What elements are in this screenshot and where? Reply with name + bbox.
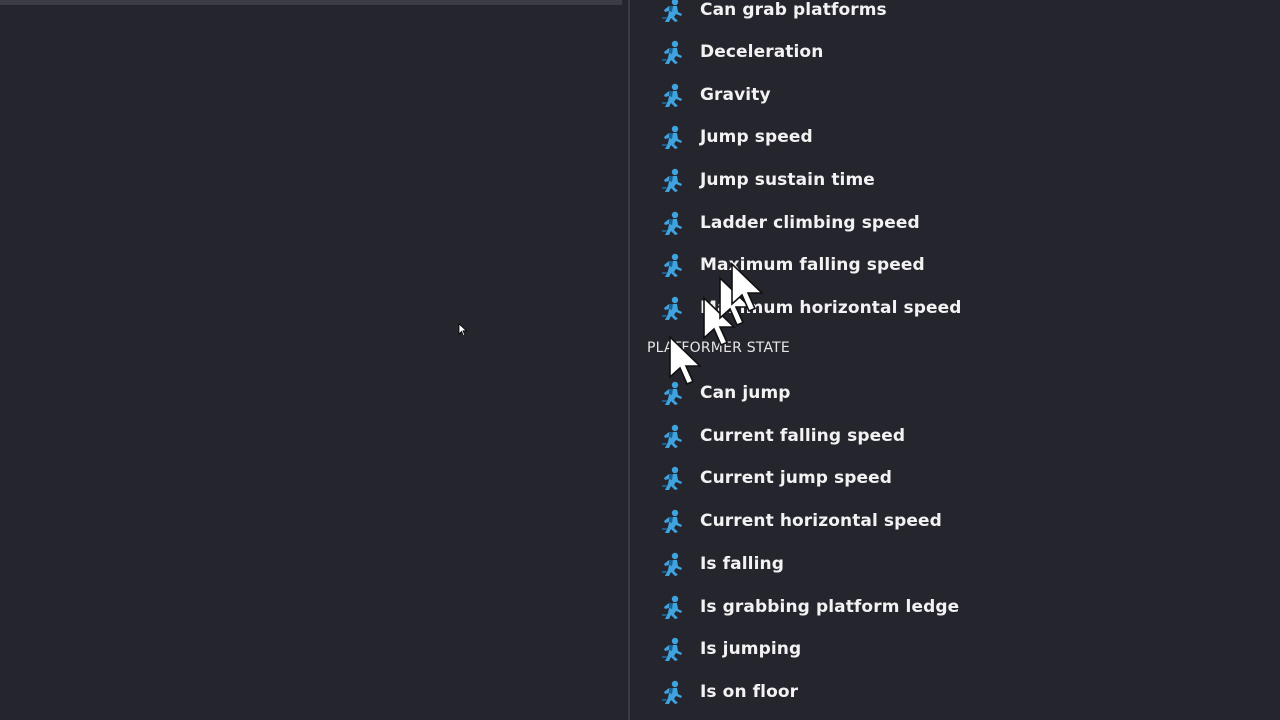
list-item-label: Maximum horizontal speed <box>700 298 962 318</box>
horizontal-scrollbar[interactable] <box>0 0 622 5</box>
platformer-character-icon <box>662 509 682 533</box>
list-item-ladder-climbing-speed[interactable]: Ladder climbing speed <box>660 203 920 243</box>
platformer-character-icon <box>662 424 682 448</box>
platformer-character-icon <box>662 680 682 704</box>
list-item-maximum-falling-speed[interactable]: Maximum falling speed <box>660 245 925 285</box>
platformer-character-icon <box>662 637 682 661</box>
list-item-label: Gravity <box>700 85 771 105</box>
list-item-label: Is falling <box>700 554 784 574</box>
list-item-label: Current jump speed <box>700 468 893 488</box>
list-item-label: Current horizontal speed <box>700 511 942 531</box>
list-item-current-falling-speed[interactable]: Current falling speed <box>660 416 905 456</box>
list-item-is-falling[interactable]: Is falling <box>660 544 784 584</box>
list-item-label: Is grabbing platform ledge <box>700 597 960 617</box>
left-panel <box>0 0 628 720</box>
list-item-label: Maximum falling speed <box>700 255 925 275</box>
list-item-jump-sustain-time[interactable]: Jump sustain time <box>660 160 875 200</box>
platformer-character-icon <box>662 466 682 490</box>
platformer-character-icon <box>662 253 682 277</box>
platformer-character-icon <box>662 125 682 149</box>
platformer-character-icon <box>662 381 682 405</box>
list-item-is-grabbing-platform-ledge[interactable]: Is grabbing platform ledge <box>660 587 959 627</box>
list-item-deceleration[interactable]: Deceleration <box>660 32 823 72</box>
platformer-character-icon <box>662 595 682 619</box>
platformer-character-icon <box>662 0 682 22</box>
section-header-platformer-state: PLATFORMER STATE <box>647 340 790 356</box>
list-item-label: Current falling speed <box>700 426 906 446</box>
list-item-is-jumping[interactable]: Is jumping <box>660 629 801 669</box>
platformer-character-icon <box>662 83 682 107</box>
platformer-character-icon <box>662 211 682 235</box>
list-item-can-grab-platforms[interactable]: Can grab platforms <box>660 0 887 30</box>
list-item-label: Is on floor <box>700 682 799 702</box>
platformer-character-icon <box>662 296 682 320</box>
list-item-label: Jump sustain time <box>700 170 875 190</box>
list-item-maximum-horizontal-speed[interactable]: Maximum horizontal speed <box>660 288 962 328</box>
list-item-gravity[interactable]: Gravity <box>660 75 771 115</box>
list-item-label: Jump speed <box>700 127 813 147</box>
properties-list-panel: Can grab platforms Deceleration Gravity … <box>630 0 1280 720</box>
mouse-pointer-icon <box>458 323 468 337</box>
platformer-character-icon <box>662 40 682 64</box>
app-root: Can grab platforms Deceleration Gravity … <box>0 0 1280 720</box>
list-item-label: Can grab platforms <box>700 0 887 20</box>
list-item-label: Deceleration <box>700 42 824 62</box>
platformer-character-icon <box>662 168 682 192</box>
list-item-can-jump[interactable]: Can jump <box>660 373 791 413</box>
list-item-is-on-floor[interactable]: Is on floor <box>660 672 798 712</box>
platformer-character-icon <box>662 552 682 576</box>
list-item-jump-speed[interactable]: Jump speed <box>660 117 813 157</box>
list-item-label: Ladder climbing speed <box>700 213 920 233</box>
list-item-current-horizontal-speed[interactable]: Current horizontal speed <box>660 501 942 541</box>
list-item-label: Can jump <box>700 383 791 403</box>
list-item-label: Is jumping <box>700 639 802 659</box>
list-item-current-jump-speed[interactable]: Current jump speed <box>660 458 892 498</box>
